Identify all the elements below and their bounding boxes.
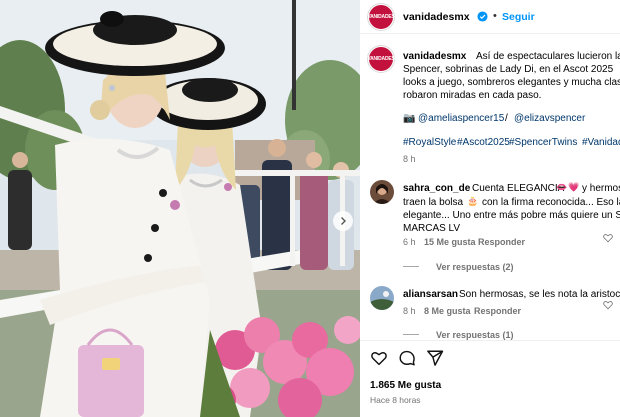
lips-emoji-icon: 👄 — [556, 182, 568, 192]
post-time: Hace 8 horas — [370, 395, 421, 405]
avatar[interactable]: VANIDADES — [367, 4, 395, 30]
post-author-username[interactable]: vanidadesmx — [403, 11, 470, 23]
comment-time: 8 h — [403, 306, 416, 316]
like-comment-heart-icon[interactable] — [603, 233, 613, 243]
hashtag-link[interactable]: #Ascot2025 — [457, 136, 510, 149]
post-side-panel: VANIDADES vanidadesmx • Seguir VANIDADES… — [360, 0, 620, 417]
caption-line-1: Así de espectaculares lucieron las — [476, 51, 620, 62]
avatar-photo — [370, 180, 394, 204]
share-send-icon[interactable] — [426, 349, 444, 367]
cake-emoji-icon: 🎂 — [467, 196, 479, 206]
comment-text: Son hermosas, se les nota la aristocrac — [459, 289, 620, 300]
replies-divider — [403, 266, 419, 267]
post-actions: 1.865 Me gusta Hace 8 horas — [360, 340, 620, 417]
comment-time: 6 h — [403, 237, 416, 247]
comment-text: elegante... Uno entre más pobre más quie… — [403, 210, 620, 221]
commenter-avatar[interactable] — [370, 180, 394, 204]
comment-bubble-icon[interactable] — [398, 349, 416, 367]
photo-illustration — [0, 0, 360, 417]
caption-line-3: looks a juego, sombreros elegantes y muc… — [403, 77, 620, 88]
reply-button[interactable]: Responder — [474, 305, 521, 318]
commenter-avatar[interactable] — [370, 286, 394, 310]
camera-icon: 📷 — [403, 113, 416, 124]
reply-button[interactable]: Responder — [478, 236, 525, 249]
comment-likes[interactable]: 8 Me gusta — [424, 305, 471, 318]
like-heart-icon[interactable] — [370, 349, 388, 367]
comment-text: traen la bolsa — [403, 197, 464, 208]
hearts-emoji-icon: 💗 — [568, 182, 580, 192]
comment-likes[interactable]: 15 Me gusta — [424, 236, 476, 249]
caption-line-2: Spencer, sobrinas de Lady Di, en el Asco… — [403, 64, 614, 75]
view-replies-button[interactable]: Ver respuestas (2) — [436, 261, 514, 274]
follow-button[interactable]: Seguir — [502, 11, 535, 23]
chevron-right-icon — [341, 217, 346, 225]
like-comment-heart-icon[interactable] — [603, 300, 613, 310]
post-header: VANIDADES vanidadesmx • Seguir — [360, 0, 620, 34]
post-photo[interactable] — [0, 0, 360, 417]
verified-badge-icon — [477, 11, 488, 22]
mention-link-1[interactable]: @ameliaspencer15 — [418, 112, 504, 125]
hashtag-link[interactable]: #SpencerTwins — [509, 136, 577, 149]
likes-count[interactable]: 1.865 Me gusta — [370, 379, 441, 392]
caption-line-4: robaron miradas en cada paso. — [403, 90, 542, 101]
comment-username[interactable]: aliansarsan — [403, 288, 458, 301]
caption-avatar[interactable]: VANIDADES — [367, 46, 395, 72]
comment-text: con la firma reconocida... Eso las — [482, 197, 620, 208]
comment-text: y hermos — [582, 183, 620, 194]
next-photo-button[interactable] — [333, 211, 353, 231]
caption-timestamp: 8 h — [403, 154, 416, 164]
avatar-photo — [370, 286, 394, 310]
separator-dot: • — [493, 10, 497, 22]
mention-separator: / — [505, 113, 508, 124]
comment-text: MARCAS LV — [403, 223, 461, 234]
hashtag-link[interactable]: #RoyalStyle — [403, 136, 456, 149]
replies-divider — [403, 334, 419, 335]
comment-text: Cuenta ELEGANCIA — [472, 183, 565, 194]
caption-username[interactable]: vanidadesmx — [403, 50, 466, 63]
comment-username[interactable]: sahra_con_de — [403, 182, 470, 195]
hashtag-link[interactable]: #Vanidade — [582, 136, 620, 149]
mention-link-2[interactable]: @elizavspencer — [514, 112, 585, 125]
